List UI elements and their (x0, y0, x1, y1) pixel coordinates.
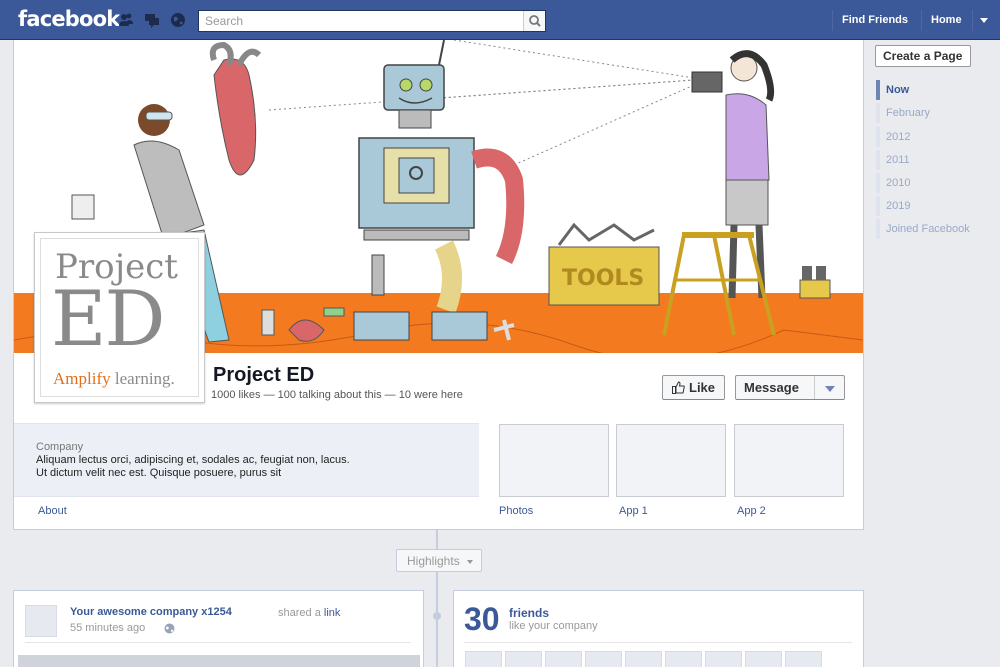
public-globe-icon (164, 623, 175, 634)
avatar[interactable] (25, 605, 57, 637)
app-label-app-2[interactable]: App 2 (737, 505, 766, 517)
friend-thumbnail[interactable] (705, 651, 742, 667)
story-card: Your awesome company x1254 shared a link… (13, 590, 424, 667)
home-link[interactable]: Home (931, 14, 962, 26)
nav-separator (972, 10, 973, 31)
app-tile-photos[interactable] (499, 424, 609, 497)
search-icon (529, 15, 541, 27)
page-stats: 1000 likes — 100 talking about this — 10… (211, 389, 463, 401)
logo-ed-text: ED (51, 274, 165, 363)
story-timestamp[interactable]: 55 minutes ago (70, 622, 145, 634)
story-action-text: shared a (278, 607, 321, 619)
scrubber-label: 2012 (886, 131, 911, 143)
like-button-label: Like (689, 380, 716, 395)
message-split-divider (814, 376, 815, 399)
scrubber-label: 2019 (886, 200, 911, 212)
message-button[interactable]: Message (735, 375, 845, 400)
search-input[interactable] (199, 11, 523, 31)
chevron-down-icon (467, 560, 473, 564)
story-author-link[interactable]: Your awesome company x1254 (70, 606, 232, 618)
thumbs-up-icon (672, 381, 685, 394)
friends-link[interactable]: friends (509, 606, 549, 620)
app-label-photos[interactable]: Photos (499, 505, 533, 517)
logo-tagline-learning: learning. (110, 369, 175, 388)
page-header-card: TOOLS Project ED Amplify learning. Proje… (13, 40, 864, 530)
story-link[interactable]: link (324, 607, 341, 619)
search-button[interactable] (523, 11, 545, 31)
divider (25, 642, 411, 643)
scrubber-bar (876, 80, 880, 100)
find-friends-link[interactable]: Find Friends (842, 14, 908, 26)
project-ed-logo: Project ED Amplify learning. (40, 238, 199, 397)
divider (464, 642, 852, 643)
friend-thumbnail[interactable] (745, 651, 782, 667)
about-box[interactable]: Company Aliquam lectus orci, adipiscing … (14, 423, 479, 497)
friend-thumbnail[interactable] (585, 651, 622, 667)
like-button[interactable]: Like (662, 375, 725, 400)
app-tile-app-2[interactable] (734, 424, 844, 497)
logo-tagline: Amplify learning. (53, 369, 175, 389)
scrubber-bar (876, 173, 880, 193)
page-category: Company (36, 441, 84, 453)
scrubber-item-2019[interactable]: 2019 (876, 196, 1000, 216)
nav-separator (832, 10, 833, 31)
app-tile-app-1[interactable] (616, 424, 726, 497)
scrubber-bar (876, 196, 880, 216)
friends-subtitle: like your company (509, 620, 598, 632)
highlights-label: Highlights (407, 554, 460, 568)
app-label-app-1[interactable]: App 1 (619, 505, 648, 517)
account-menu-arrow[interactable] (980, 18, 988, 23)
about-description: Aliquam lectus orci, adipiscing et, soda… (36, 454, 350, 479)
top-bar: facebook Find Friends Home (0, 0, 1000, 40)
friends-count: 30 (464, 601, 500, 637)
scrubber-item-joined[interactable]: Joined Facebook (876, 219, 1000, 239)
scrubber-item-now[interactable]: Now (876, 80, 1000, 100)
scrubber-bar (876, 219, 880, 239)
scrubber-item-2012[interactable]: 2012 (876, 127, 1000, 147)
scrubber-item-february[interactable]: February (876, 103, 1000, 123)
create-page-label: Create a Page (883, 49, 963, 63)
scrubber-label: 2010 (886, 177, 911, 189)
highlights-dropdown[interactable]: Highlights (396, 549, 482, 572)
friend-thumbnail[interactable] (545, 651, 582, 667)
scrubber-bar (876, 127, 880, 147)
scrubber-label: Joined Facebook (886, 223, 970, 235)
friend-thumbnail[interactable] (625, 651, 662, 667)
scrubber-item-2010[interactable]: 2010 (876, 173, 1000, 193)
friend-thumbnail[interactable] (665, 651, 702, 667)
nav-separator (921, 10, 922, 31)
friend-thumbnail[interactable] (505, 651, 542, 667)
friend-thumbnail[interactable] (465, 651, 502, 667)
scrubber-label: February (886, 107, 931, 119)
friend-requests-icon[interactable] (118, 12, 134, 28)
messages-icon[interactable] (144, 12, 160, 28)
create-page-button[interactable]: Create a Page (875, 45, 971, 67)
scrubber-bar (876, 103, 880, 123)
story-attachment[interactable] (18, 655, 420, 667)
scrubber-bar (876, 150, 880, 170)
chevron-down-icon[interactable] (825, 386, 835, 392)
scrubber-label: 2011 (886, 154, 910, 166)
page-title: Project ED (213, 364, 315, 386)
search-box (198, 10, 546, 32)
scrubber-item-2011[interactable]: 2011 (876, 150, 1000, 170)
friends-card: 30 friends like your company (453, 590, 864, 667)
facebook-logo[interactable]: facebook (18, 7, 120, 31)
timeline-dot (433, 612, 441, 620)
notifications-globe-icon[interactable] (170, 12, 186, 28)
scrubber-label: Now (886, 84, 910, 96)
profile-picture[interactable]: Project ED Amplify learning. (34, 232, 205, 403)
logo-tagline-amplify: Amplify (53, 369, 111, 388)
story-action: shared a link (278, 607, 340, 619)
message-button-label: Message (744, 380, 799, 395)
tools-sign: TOOLS (562, 266, 644, 291)
about-link[interactable]: About (38, 505, 67, 517)
friend-thumbnail[interactable] (785, 651, 822, 667)
